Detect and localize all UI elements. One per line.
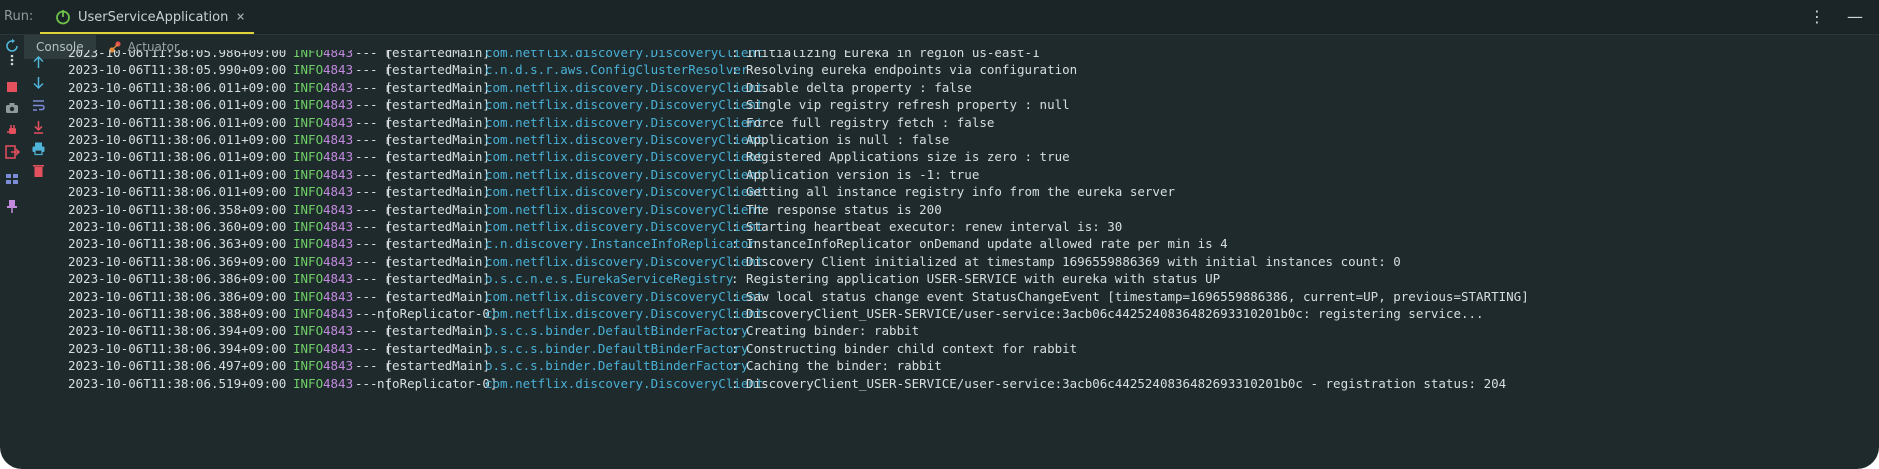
close-icon[interactable]: × [236, 9, 244, 25]
camera-icon[interactable] [4, 100, 20, 116]
down-arrow-icon[interactable] [31, 75, 46, 90]
log-timestamp: 2023-10-06T11:38:06.519+09:00 [68, 375, 287, 391]
console-output[interactable]: 2023-10-06T11:38:05.986+09:00 INFO 4843 ---… [50, 50, 1879, 469]
exit-icon[interactable] [4, 144, 20, 160]
log-thread: nfoReplicator-0] [377, 375, 498, 391]
log-message: : DiscoveryClient_USER-SERVICE/user-serv… [731, 375, 1507, 391]
up-arrow-icon[interactable] [31, 55, 46, 70]
layout-icon[interactable] [4, 171, 20, 187]
run-side-toolbar [0, 34, 24, 469]
run-label: Run: [4, 9, 34, 24]
log-level: INFO [293, 375, 324, 391]
soft-wrap-icon[interactable] [31, 98, 46, 113]
tab-user-service-application[interactable]: UserServiceApplication × [40, 2, 254, 34]
spring-boot-icon [56, 10, 70, 25]
run-tool-window: Run: UserServiceApplication × ⋮ — Consol… [0, 0, 1879, 469]
run-header: Run: UserServiceApplication × ⋮ — [0, 0, 1879, 35]
scroll-to-end-icon[interactable] [31, 120, 46, 135]
tab-label: UserServiceApplication [78, 9, 229, 25]
more-vertical-icon[interactable] [4, 52, 20, 68]
window-actions: ⋮ — [1809, 7, 1863, 26]
log-pid: 4843 [323, 375, 354, 391]
console-toolbar [28, 55, 48, 300]
minimize-icon[interactable]: — [1847, 7, 1863, 26]
pin-icon[interactable] [4, 198, 20, 214]
plug-icon[interactable] [4, 122, 20, 138]
print-icon[interactable] [31, 141, 46, 156]
trash-icon[interactable] [31, 163, 46, 178]
log-logger: com.netflix.discovery.DiscoveryClient [485, 375, 764, 391]
stop-icon[interactable] [4, 79, 20, 95]
more-options-icon[interactable]: ⋮ [1809, 7, 1825, 26]
